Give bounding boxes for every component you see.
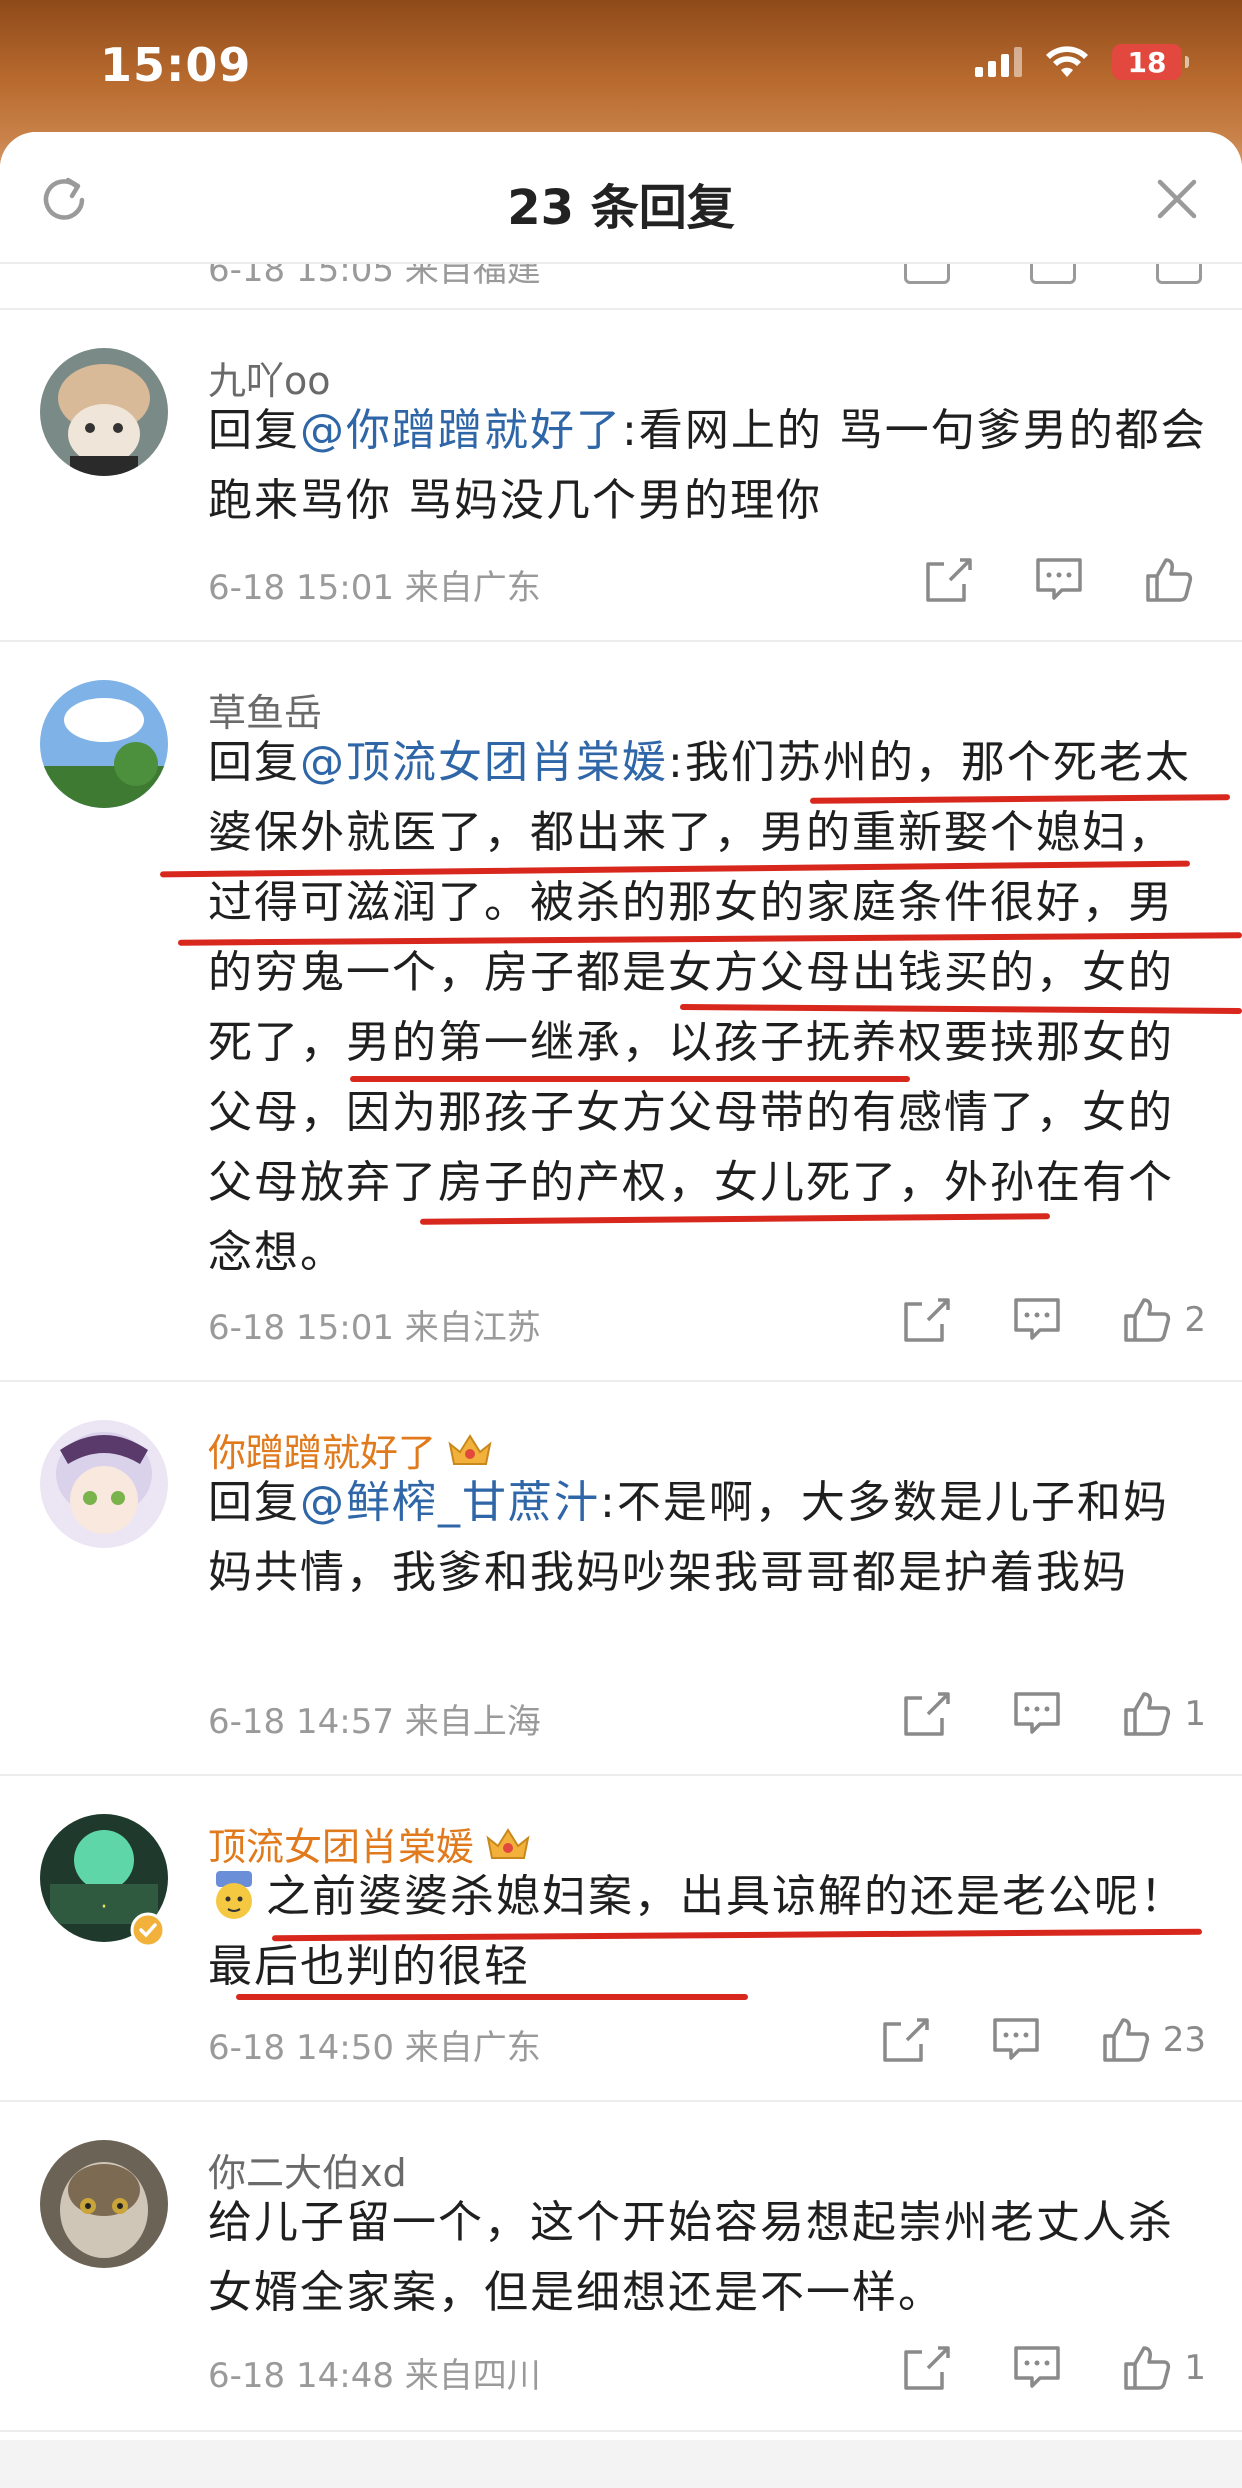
comment-item: 九吖oo 回复@你蹭蹭就好了:看网上的 骂一句爹男的都会跑来骂你 骂妈没几个男的… [0, 310, 1242, 642]
mention-link[interactable]: @鲜榨_甘蔗汁 [300, 1477, 600, 1528]
comment-icon [1014, 2346, 1061, 2388]
like-count: 1 [1184, 2348, 1206, 2388]
like-icon [1124, 1692, 1171, 1736]
partial-actions [904, 264, 1202, 284]
share-icon [926, 558, 972, 602]
comment-body: 回复@你蹭蹭就好了:看网上的 骂一句爹男的都会跑来骂你 骂妈没几个男的理你 [208, 396, 1208, 536]
comment-actions: 2 [842, 1296, 1206, 1344]
like-count: 2 [1184, 1300, 1206, 1340]
battery-icon: 18 [1112, 44, 1189, 80]
comment-actions: 1 [842, 1690, 1206, 1738]
comment-body: 给儿子留一个，这个开始容易想起崇州老丈人杀女婿全家案，但是细想还是不一样。 [208, 2188, 1208, 2328]
reply-prefix: 回复 [208, 737, 300, 788]
like-button[interactable]: 1 [1122, 1690, 1206, 1738]
avatar[interactable] [40, 1420, 168, 1548]
annotation-underline [236, 1994, 748, 2000]
comment-item: 你蹭蹭就好了 回复@鲜榨_甘蔗汁:不是啊，大多数是儿子和妈妈共情，我爹和我妈吵架… [0, 1382, 1242, 1776]
share-button[interactable] [881, 2016, 931, 2064]
close-icon[interactable] [1152, 174, 1202, 224]
comment-icon [1014, 1298, 1061, 1340]
comment-button[interactable] [1012, 2344, 1062, 2392]
comment-icon [1036, 558, 1082, 600]
reply-prefix: 回复 [208, 405, 300, 456]
share-icon [904, 1298, 951, 1342]
comment-meta: 6-18 14:57 来自上海 [208, 1702, 541, 1742]
status-icons: 18 [975, 44, 1189, 80]
comment-body: 回复@鲜榨_甘蔗汁:不是啊，大多数是儿子和妈妈共情，我爹和我妈吵架我哥哥都是护着… [208, 1468, 1208, 1608]
like-button[interactable]: 1 [1122, 2344, 1206, 2392]
like-icon [1102, 2018, 1149, 2062]
share-icon [882, 2018, 929, 2062]
comment-button[interactable] [991, 2016, 1041, 2064]
avatar[interactable] [40, 348, 168, 476]
bottom-bar [0, 2440, 1242, 2488]
comment-text: 给儿子留一个，这个开始容易想起崇州老丈人杀女婿全家案，但是细想还是不一样。 [208, 2197, 1174, 2318]
like-icon [1124, 1298, 1171, 1342]
svg-text:·: · [101, 1895, 108, 1920]
partial-comment-row: 6-18 15:05 来自福建 [0, 264, 1242, 310]
like-count: 1 [1184, 1694, 1206, 1734]
comment-meta: 6-18 15:01 来自广东 [208, 568, 541, 608]
like-button[interactable]: 23 [1101, 2016, 1206, 2064]
emoji-sticker-icon [216, 1871, 252, 1919]
share-button[interactable] [902, 1690, 952, 1738]
avatar[interactable] [40, 680, 168, 808]
status-time: 15:09 [100, 38, 252, 92]
comment-meta: 6-18 15:05 来自福建 [208, 264, 541, 290]
comment-actions [864, 556, 1206, 604]
comment-button[interactable] [1012, 1296, 1062, 1344]
comment-button[interactable] [1034, 556, 1084, 604]
status-bar: 15:09 18 [0, 0, 1242, 132]
share-button[interactable] [902, 2344, 952, 2392]
comment-meta: 6-18 15:01 来自江苏 [208, 1308, 541, 1348]
comment-item: 你二大伯xd 给儿子留一个，这个开始容易想起崇州老丈人杀女婿全家案，但是细想还是… [0, 2102, 1242, 2432]
share-button[interactable] [924, 556, 974, 604]
share-button[interactable] [902, 1296, 952, 1344]
like-icon [1124, 2346, 1171, 2390]
replies-sheet: 23 条回复 6-18 15:05 来自福建 九吖oo 回复@你蹭蹭就好了:看网… [0, 132, 1242, 2488]
sheet-header: 23 条回复 [0, 132, 1242, 264]
comment-icon [992, 2018, 1039, 2060]
mention-link[interactable]: @你蹭蹭就好了 [300, 405, 622, 456]
comment-actions: 1 [842, 2344, 1206, 2392]
comment-icon [1014, 1692, 1061, 1734]
comment-meta: 6-18 14:50 来自广东 [208, 2028, 541, 2068]
like-button[interactable]: 2 [1122, 1296, 1206, 1344]
verified-icon [130, 1912, 166, 1948]
sheet-title: 23 条回复 [507, 180, 735, 236]
reply-prefix: 回复 [208, 1477, 300, 1528]
like-count: 23 [1162, 2020, 1206, 2060]
wifi-icon [1046, 46, 1088, 77]
comment-meta: 6-18 14:48 来自四川 [208, 2356, 541, 2396]
annotation-underline [350, 1076, 910, 1082]
comment-button[interactable] [1012, 1690, 1062, 1738]
comment-actions: 23 [821, 2016, 1206, 2064]
share-icon [904, 2346, 951, 2390]
share-icon [904, 1692, 951, 1736]
avatar[interactable] [40, 2140, 168, 2268]
signal-icon [975, 47, 1022, 77]
mention-link[interactable]: @顶流女团肖棠媛 [300, 737, 668, 788]
crown-badge-icon [448, 1434, 492, 1465]
comment-item: · 顶流女团肖棠媛 之前婆婆杀媳妇案，出具谅解的还是老公呢！最后也判的很轻 6-… [0, 1776, 1242, 2102]
like-icon [1146, 558, 1193, 602]
crown-badge-icon [486, 1828, 530, 1859]
like-button[interactable] [1144, 556, 1206, 604]
